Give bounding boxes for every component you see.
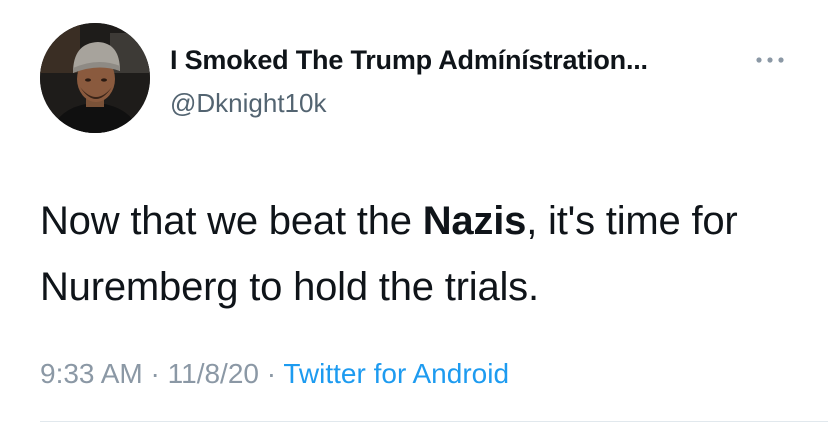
tweet-text-part: Now that we beat the [40, 199, 423, 243]
tweet-text: Now that we beat the Nazis, it's time fo… [40, 188, 800, 320]
user-avatar-photo-icon [40, 23, 150, 133]
tweet-text-bold: Nazis [422, 199, 527, 243]
divider [40, 421, 828, 422]
tweet-card: I Smoked The Trump Admínístration... @Dk… [0, 0, 828, 427]
ellipsis-icon[interactable] [754, 54, 786, 66]
meta-separator: · [266, 358, 277, 389]
avatar[interactable] [40, 23, 150, 133]
tweet-metadata: 9:33 AM · 11/8/20 · Twitter for Android [40, 358, 509, 390]
tweet-date[interactable]: 11/8/20 [168, 358, 259, 389]
user-handle[interactable]: @Dknight10k [170, 88, 326, 119]
tweet-time[interactable]: 9:33 AM [40, 358, 143, 389]
meta-separator: · [150, 358, 160, 389]
tweet-source-link[interactable]: Twitter for Android [283, 358, 509, 389]
display-name[interactable]: I Smoked The Trump Admínístration... [170, 45, 648, 76]
